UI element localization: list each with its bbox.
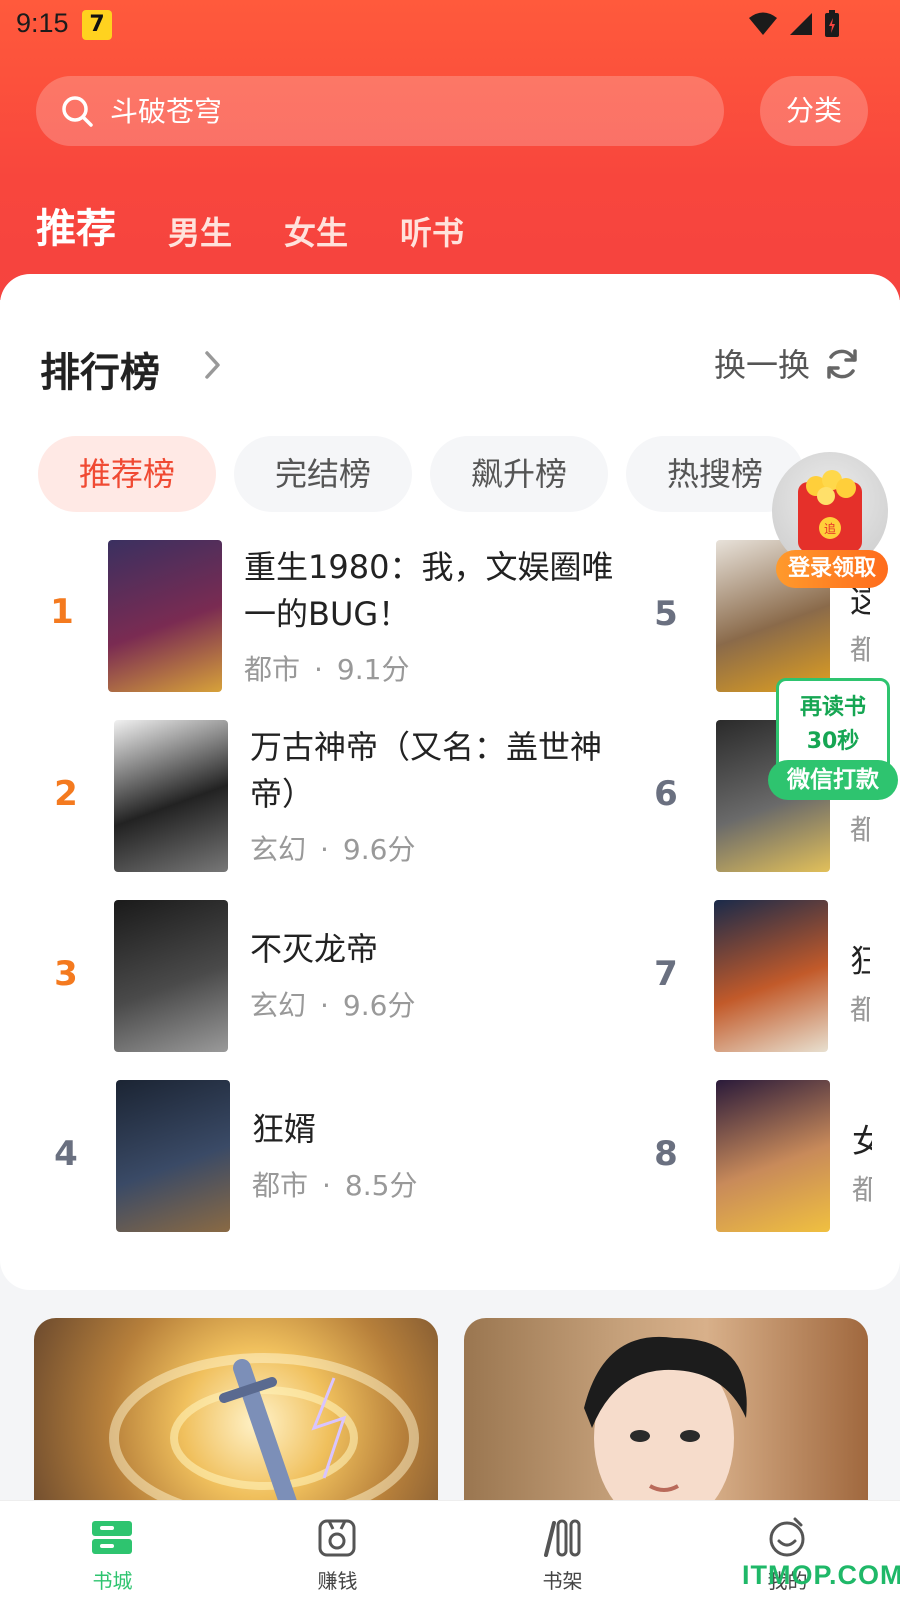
bookstore-icon [92,1521,132,1554]
pill-rising-rank[interactable]: 飙升榜 [430,436,608,512]
wechat-payout-button[interactable]: 微信打款 [768,760,898,800]
book-genre: 都市 [244,653,301,686]
ranking-card: 排行榜 换一换 推荐榜 完结榜 飙升榜 热搜榜 1 重生1980：我，文娱圈唯一… [0,274,900,1290]
tab-recommend[interactable]: 推荐 [36,196,116,254]
book-cover [108,540,222,692]
gift-badge: 追 [824,521,836,536]
app-notification-icon: 7 [82,10,112,40]
signal-icon [790,13,812,35]
watermark: ITMOP.COM [742,1560,900,1590]
book-meta: 都市 · 8.5分 [252,1169,418,1202]
book-title: 狂 [850,942,870,980]
book-genre: 玄幻 [250,989,307,1022]
book-title: 不灭龙帝 [250,930,379,968]
book-cover [114,900,228,1052]
status-time: 9:15 [16,8,69,38]
book-item[interactable]: 2 万古神帝（又名：盖世神帝） 玄幻 · 9.6分 [0,720,640,880]
book-meta: 都 [850,633,870,666]
rank-number: 4 [54,1134,78,1174]
rank-number: 6 [654,774,678,814]
tab-male[interactable]: 男生 [168,208,232,254]
book-cover [714,900,828,1052]
book-title: 万古神帝（又名：盖世神帝） [250,728,603,813]
rank-number: 7 [654,954,678,994]
profile-icon [769,1517,805,1557]
money-bag-icon [318,1519,356,1557]
login-reward-button[interactable]: 登录领取 [776,550,888,588]
tab-audiobook[interactable]: 听书 [400,208,464,254]
book-score: 9.1分 [336,653,410,686]
nav-bookstore[interactable]: 书城 [0,1501,225,1600]
book-meta: 都 [850,993,870,1026]
book-meta: 玄幻 · 9.6分 [250,833,416,866]
nav-label: 书架 [542,1569,583,1593]
book-score: 9.6分 [342,989,416,1022]
banner-portrait[interactable] [464,1318,868,1508]
book-title: 女 [852,1122,872,1160]
book-meta: 都 [852,1173,872,1206]
tab-female[interactable]: 女生 [284,208,348,254]
book-cover [114,720,228,872]
sword-illustration [109,1353,419,1508]
nav-label: 书城 [92,1569,133,1593]
book-score: 8.5分 [344,1169,418,1202]
header: 9:15 7 斗破苍穹 分类 推荐 男生 女生 听书 [0,0,900,300]
book-genre: 都市 [252,1169,309,1202]
book-meta: 都 [850,813,870,846]
app-screen: 9:15 7 斗破苍穹 分类 推荐 男生 女生 听书 排行榜 换一换 推荐榜 完… [0,0,900,1600]
book-cover [716,1080,830,1232]
book-cover [116,1080,230,1232]
rank-number: 1 [50,592,74,632]
book-item[interactable]: 1 重生1980：我，文娱圈唯一的BUG！ 都市 · 9.1分 [0,540,640,700]
book-title: 狂婿 [252,1110,317,1148]
shuffle-button[interactable]: 换一换 [714,340,810,386]
book-item[interactable]: 4 狂婿 都市 · 8.5分 [0,1080,640,1240]
book-item[interactable]: 3 不灭龙帝 玄幻 · 9.6分 [0,900,640,1060]
book-meta: 玄幻 · 9.6分 [250,989,416,1022]
category-button[interactable]: 分类 [760,76,868,146]
status-icons [748,10,840,38]
search-icon [62,96,93,127]
wifi-icon [749,12,777,35]
read-reward-line2: 30秒 [806,729,860,754]
battery-icon [825,10,839,37]
book-item[interactable]: 7 狂 都 [640,900,870,1060]
book-title: 重生1980：我，文娱圈唯一的BUG！ [244,548,614,633]
refresh-icon[interactable] [824,346,860,382]
rank-number: 5 [654,594,678,634]
ranking-title[interactable]: 排行榜 [40,340,160,398]
search-bar[interactable]: 斗破苍穹 [36,76,724,146]
search-input[interactable]: 斗破苍穹 [110,90,222,130]
rank-number: 2 [54,774,78,814]
nav-label: 赚钱 [317,1569,358,1593]
nav-bookshelf[interactable]: 书架 [450,1501,675,1600]
read-reward-line1: 再读书 [799,695,866,720]
banner-sword[interactable] [34,1318,438,1508]
book-genre: 玄幻 [250,833,307,866]
nav-earn[interactable]: 赚钱 [225,1501,450,1600]
rank-number: 3 [54,954,78,994]
book-meta: 都市 · 9.1分 [244,653,410,686]
chevron-right-icon[interactable] [202,348,224,382]
status-bar: 9:15 7 [0,0,900,50]
portrait-illustration [584,1336,747,1508]
book-item[interactable]: 8 女 都 [640,1080,872,1240]
pill-recommend-rank[interactable]: 推荐榜 [38,436,216,512]
top-tabs: 推荐 男生 女生 听书 [36,196,516,254]
pill-finished-rank[interactable]: 完结榜 [234,436,412,512]
bookshelf-icon [544,1519,581,1557]
book-score: 9.6分 [342,833,416,866]
rank-number: 8 [654,1134,678,1174]
ranking-type-tabs: 推荐榜 完结榜 飙升榜 热搜榜 [38,436,822,512]
